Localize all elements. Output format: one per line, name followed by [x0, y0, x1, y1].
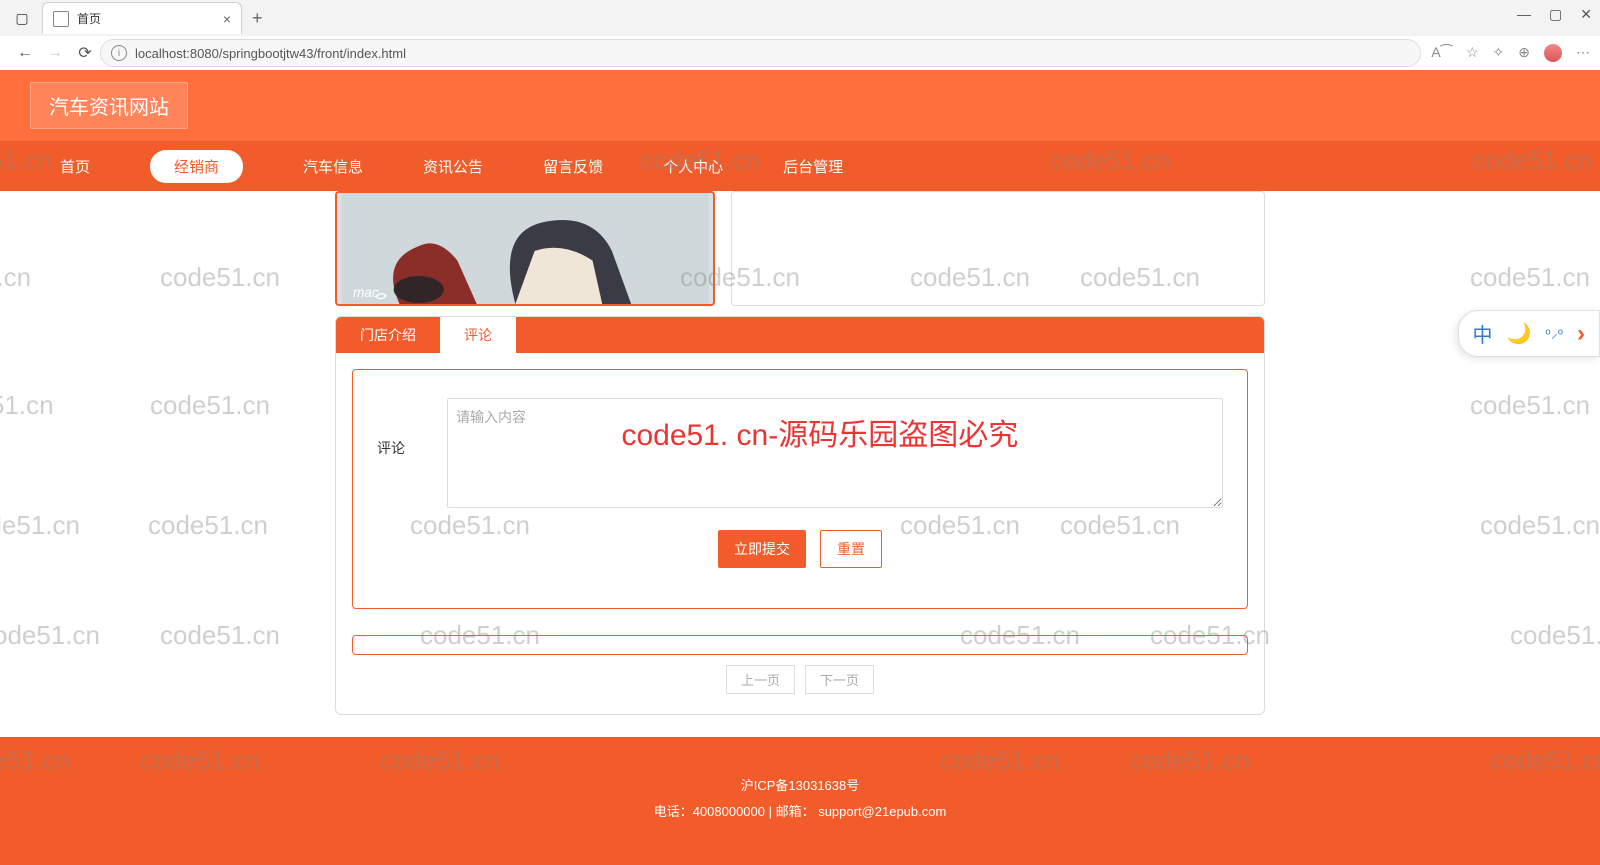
- window-controls: — ▢ ✕: [1517, 6, 1592, 23]
- watermark: code51.cn: [160, 262, 280, 293]
- more-icon[interactable]: ⋯: [1576, 44, 1590, 62]
- watermark: code51.cn: [160, 620, 280, 651]
- collections-icon[interactable]: ⊕: [1518, 44, 1530, 62]
- tab-strip: ▢ 首页 × + — ▢ ✕: [0, 0, 1600, 36]
- address-bar: ← → ⟳ i localhost:8080/springbootjtw43/f…: [0, 36, 1600, 70]
- minimize-icon[interactable]: —: [1517, 6, 1531, 23]
- comment-form: 评论 立即提交 重置: [352, 369, 1248, 609]
- footer-contact: 电话：4008000000 | 邮箱： support@21epub.com: [0, 799, 1600, 825]
- main-nav: 首页 经销商 汽车信息 资讯公告 留言反馈 个人中心 后台管理: [0, 141, 1600, 191]
- next-page-button[interactable]: 下一页: [805, 665, 874, 694]
- float-sidebar: 中 🌙 ᵒ⸝ᵒ ›: [1458, 310, 1600, 357]
- profile-avatar[interactable]: [1544, 44, 1562, 62]
- dealer-info-box: [731, 191, 1265, 306]
- url-field[interactable]: i localhost:8080/springbootjtw43/front/i…: [100, 39, 1421, 67]
- site-logo[interactable]: 汽车资讯网站: [30, 82, 188, 129]
- submit-button[interactable]: 立即提交: [718, 530, 806, 568]
- content-container: mac 门店介绍 评论 评论 立即提交 重置 上一: [335, 191, 1265, 715]
- tab-intro[interactable]: 门店介绍: [336, 317, 440, 353]
- page-icon: [53, 11, 69, 27]
- close-window-icon[interactable]: ✕: [1580, 6, 1592, 23]
- star-icon[interactable]: ☆: [1466, 44, 1479, 62]
- close-icon[interactable]: ×: [223, 11, 231, 27]
- detail-row: mac: [335, 191, 1265, 306]
- reset-button[interactable]: 重置: [820, 530, 882, 568]
- tab-comments[interactable]: 评论: [440, 317, 516, 353]
- nav-profile[interactable]: 个人中心: [663, 156, 723, 177]
- illustration: mac: [337, 193, 713, 304]
- site-info-icon[interactable]: i: [111, 45, 127, 61]
- prev-page-button[interactable]: 上一页: [726, 665, 795, 694]
- refresh-icon[interactable]: ⟳: [70, 43, 100, 63]
- browser-tab[interactable]: 首页 ×: [42, 2, 242, 34]
- nav-feedback[interactable]: 留言反馈: [543, 156, 603, 177]
- nav-news[interactable]: 资讯公告: [423, 156, 483, 177]
- comment-label: 评论: [377, 398, 427, 458]
- glasses-icon[interactable]: ᵒ⸝ᵒ: [1545, 324, 1563, 343]
- comment-form-area: 评论 立即提交 重置: [336, 353, 1264, 625]
- watermark: code51.cn: [148, 510, 268, 541]
- read-aloud-icon[interactable]: A⁀: [1431, 44, 1452, 62]
- site-footer: 沪ICP备13031638号 电话：4008000000 | 邮箱： suppo…: [0, 737, 1600, 865]
- watermark: code51.cn: [1510, 620, 1600, 651]
- moon-icon[interactable]: 🌙: [1507, 321, 1532, 346]
- tabs-header: 门店介绍 评论: [336, 317, 1264, 353]
- new-tab-button[interactable]: +: [252, 8, 263, 29]
- watermark: code51.cn: [150, 390, 270, 421]
- dealer-image: mac: [335, 191, 715, 306]
- toolbar-actions: A⁀ ☆ ✧ ⊕ ⋯: [1431, 44, 1590, 62]
- nav-car-info[interactable]: 汽车信息: [303, 156, 363, 177]
- comment-textarea[interactable]: [447, 398, 1223, 508]
- form-actions: 立即提交 重置: [377, 530, 1223, 568]
- watermark: code51.cn: [0, 510, 80, 541]
- watermark: 1.cn: [0, 262, 31, 293]
- svg-text:mac: mac: [353, 285, 379, 300]
- tabs-panel: 门店介绍 评论 评论 立即提交 重置 上一页 下一页: [335, 316, 1265, 715]
- watermark: code51.cn: [1470, 262, 1590, 293]
- form-row: 评论: [377, 398, 1223, 508]
- browser-chrome: ▢ 首页 × + — ▢ ✕ ← → ⟳ i localhost:8080/sp…: [0, 0, 1600, 70]
- tab-group-icon[interactable]: ▢: [8, 4, 36, 32]
- nav-home[interactable]: 首页: [60, 156, 90, 177]
- watermark: 51.cn: [0, 390, 54, 421]
- nav-admin[interactable]: 后台管理: [783, 156, 843, 177]
- forward-icon: →: [40, 44, 70, 62]
- watermark: code51.cn: [0, 620, 100, 651]
- site-header: 汽车资讯网站: [0, 70, 1600, 141]
- nav-dealer[interactable]: 经销商: [150, 150, 243, 183]
- footer-icp: 沪ICP备13031638号: [0, 773, 1600, 799]
- tab-title: 首页: [77, 10, 223, 27]
- back-icon[interactable]: ←: [10, 44, 40, 62]
- watermark: code51.cn: [1480, 510, 1600, 541]
- maximize-icon[interactable]: ▢: [1549, 6, 1562, 23]
- favorites-icon[interactable]: ✧: [1493, 44, 1505, 62]
- watermark: code51.cn: [1470, 390, 1590, 421]
- url-text: localhost:8080/springbootjtw43/front/ind…: [135, 46, 406, 61]
- pagination: 上一页 下一页: [336, 665, 1264, 694]
- lang-toggle[interactable]: 中: [1473, 319, 1493, 348]
- comments-list: [352, 635, 1248, 655]
- chevron-right-icon[interactable]: ›: [1577, 320, 1585, 348]
